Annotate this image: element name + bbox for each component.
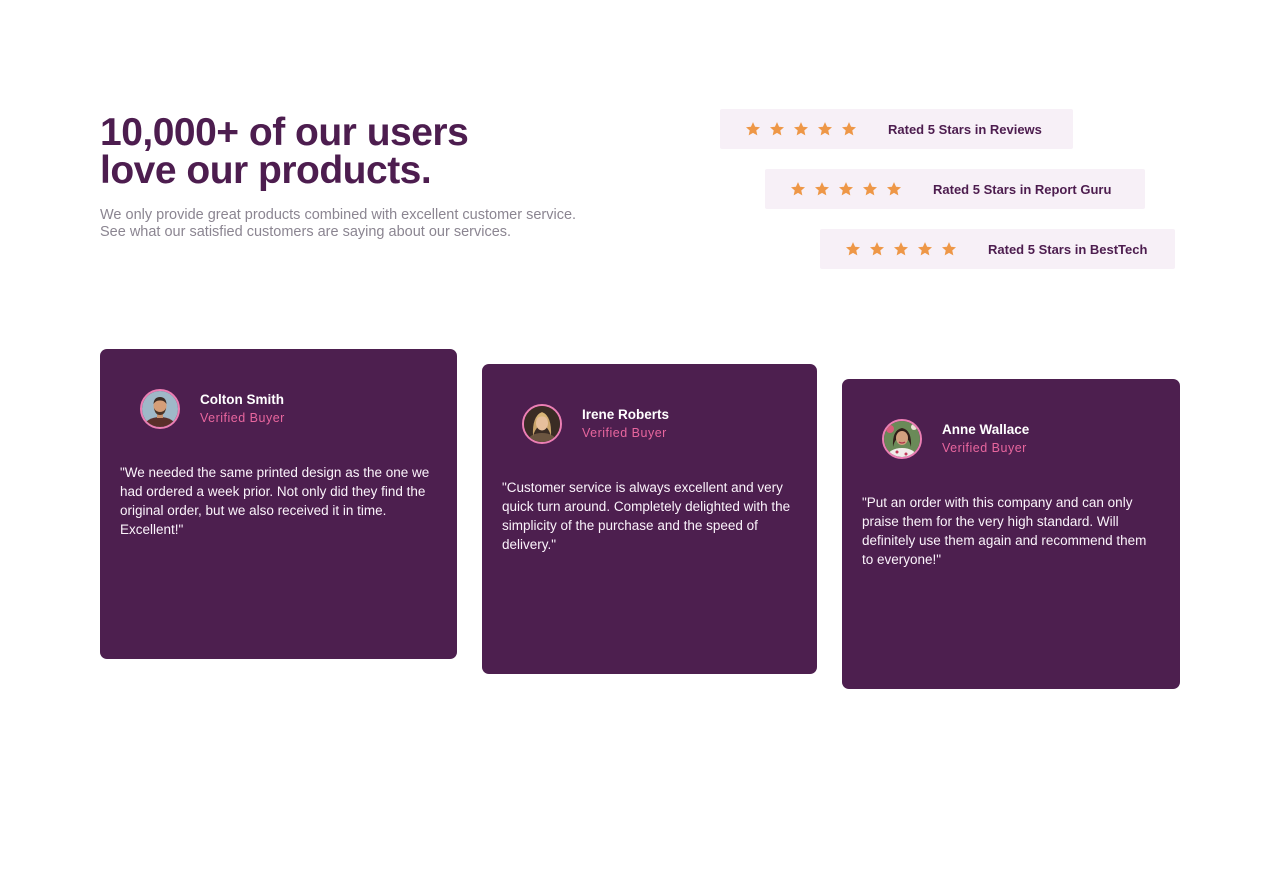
testimonial-card-irene: Irene Roberts Verified Buyer "Customer s…: [482, 364, 817, 674]
page-title-line-1: 10,000+ of our users: [100, 111, 469, 154]
rating-label: Rated 5 Stars in Reviews: [888, 121, 1042, 137]
star-icon: [869, 241, 885, 257]
star-icon: [893, 241, 909, 257]
star-icon: [917, 241, 933, 257]
star-icon: [838, 181, 854, 197]
page-title: 10,000+ of our users love our products.: [100, 111, 560, 192]
author-info: Irene Roberts Verified Buyer: [582, 406, 669, 442]
author-name: Anne Wallace: [942, 422, 1030, 437]
star-rating: [745, 121, 857, 137]
star-rating: [845, 241, 957, 257]
star-icon: [814, 181, 830, 197]
author-name: Colton Smith: [200, 392, 284, 407]
star-icon: [745, 121, 761, 137]
testimonial-quote: "Put an order with this company and can …: [862, 495, 1147, 567]
page-title-line-2: love our products.: [100, 149, 432, 192]
testimonial-quote: "We needed the same printed design as th…: [120, 465, 430, 537]
testimonials-page: 10,000+ of our users love our products. …: [0, 0, 1280, 877]
avatar: [140, 389, 180, 429]
star-icon: [941, 241, 957, 257]
testimonial-header: Colton Smith Verified Buyer: [140, 389, 285, 429]
author-info: Colton Smith Verified Buyer: [200, 391, 285, 427]
star-icon: [817, 121, 833, 137]
verified-badge: Verified Buyer: [200, 411, 285, 425]
verified-badge: Verified Buyer: [582, 426, 667, 440]
avatar: [882, 419, 922, 459]
star-icon: [841, 121, 857, 137]
author-info: Anne Wallace Verified Buyer: [942, 421, 1029, 457]
testimonial-quote: "Customer service is always excellent an…: [502, 480, 791, 552]
testimonial-header: Anne Wallace Verified Buyer: [882, 419, 1029, 459]
avatar: [522, 404, 562, 444]
intro-text: We only provide great products combined …: [100, 207, 577, 240]
verified-badge: Verified Buyer: [942, 441, 1027, 455]
author-name: Irene Roberts: [582, 407, 670, 422]
testimonial-card-colton: Colton Smith Verified Buyer "We needed t…: [100, 349, 457, 659]
rating-report-guru: Rated 5 Stars in Report Guru: [765, 169, 1145, 209]
star-icon: [845, 241, 861, 257]
star-icon: [793, 121, 809, 137]
rating-besttech: Rated 5 Stars in BestTech: [820, 229, 1175, 269]
testimonial-header: Irene Roberts Verified Buyer: [522, 404, 669, 444]
star-icon: [886, 181, 902, 197]
testimonial-card-anne: Anne Wallace Verified Buyer "Put an orde…: [842, 379, 1180, 689]
star-rating: [790, 181, 902, 197]
rating-reviews: Rated 5 Stars in Reviews: [720, 109, 1073, 149]
rating-label: Rated 5 Stars in Report Guru: [933, 181, 1112, 197]
rating-label: Rated 5 Stars in BestTech: [988, 241, 1148, 257]
star-icon: [862, 181, 878, 197]
star-icon: [790, 181, 806, 197]
star-icon: [769, 121, 785, 137]
